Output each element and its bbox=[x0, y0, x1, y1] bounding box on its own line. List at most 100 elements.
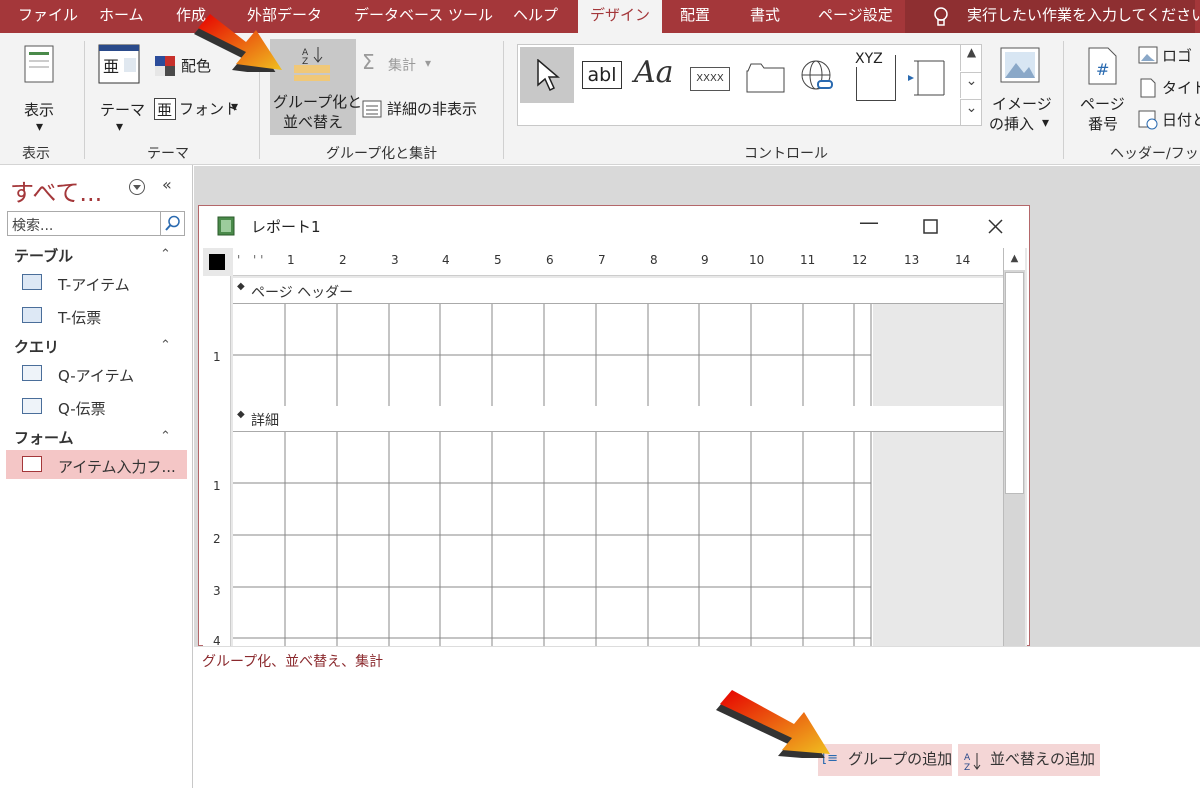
textbox-control[interactable]: abl bbox=[582, 61, 622, 89]
nav-menu-dropdown-icon[interactable] bbox=[128, 178, 146, 196]
fonts-label: フォント bbox=[179, 100, 240, 118]
navigation-pane: すべて... « 検索... テーブル ⌃ T-アイテム T-伝票 クエリ ⌃ … bbox=[0, 165, 193, 788]
tell-me-box[interactable]: 実行したい作業を入力してください bbox=[905, 0, 1200, 33]
scrollbar-thumb[interactable] bbox=[1005, 272, 1024, 494]
theme-button[interactable]: 亜 テーマ ▾ bbox=[92, 41, 148, 136]
add-sort-label: 並べ替えの追加 bbox=[990, 750, 1096, 768]
detail-label: 詳細 bbox=[251, 413, 279, 429]
view-button[interactable]: 表示 ▾ bbox=[8, 41, 70, 136]
page-number-icon: # bbox=[1088, 47, 1117, 85]
group-label-controls: コントロール bbox=[744, 146, 828, 162]
fonts-button[interactable]: 亜 フォント ▾ bbox=[153, 97, 245, 121]
tell-me-text: 実行したい作業を入力してください bbox=[967, 6, 1200, 24]
vertical-ruler: 1 1 2 3 4 bbox=[203, 276, 231, 646]
ruler-mark: 14 bbox=[955, 253, 971, 267]
minimize-button[interactable]: — bbox=[859, 210, 879, 234]
tab-arrange[interactable]: 配置 bbox=[680, 0, 710, 33]
hide-details-icon bbox=[362, 100, 382, 118]
nav-section-queries[interactable]: クエリ bbox=[14, 336, 59, 357]
page-number-button[interactable]: # ページ 番号 bbox=[1074, 43, 1132, 139]
title-label: タイト bbox=[1162, 79, 1200, 97]
nav-item-t-slip[interactable]: T-伝票 bbox=[58, 307, 101, 328]
ribbon: 表示 ▾ 表示 亜 テーマ ▾ 配色 亜 フォント ▾ テーマ AZ グループ化… bbox=[0, 33, 1200, 165]
title-icon bbox=[1140, 78, 1156, 98]
add-group-button[interactable]: [≡ グループの追加 bbox=[818, 744, 952, 776]
vruler-mark: 1 bbox=[213, 479, 221, 493]
sigma-icon: Σ bbox=[362, 50, 375, 74]
gallery-scroll-down[interactable]: ⌄ bbox=[960, 72, 982, 98]
svg-text:Z: Z bbox=[302, 57, 308, 67]
svg-text:亜: 亜 bbox=[103, 57, 119, 76]
ruler-mark: 10 bbox=[749, 253, 765, 267]
page-number-label-1: ページ bbox=[1080, 95, 1125, 113]
insert-image-label-1: イメージ bbox=[992, 95, 1052, 113]
section-collapse-icon[interactable]: ⌃ bbox=[160, 247, 171, 262]
nav-item-q-slip[interactable]: Q-伝票 bbox=[58, 398, 106, 419]
pointer-icon bbox=[537, 59, 560, 92]
label-control[interactable]: Aa bbox=[634, 55, 674, 90]
nav-item-t-item[interactable]: T-アイテム bbox=[58, 274, 130, 295]
close-button[interactable] bbox=[988, 219, 1003, 234]
nav-item-item-form[interactable]: アイテム入力フ... bbox=[58, 456, 176, 477]
gallery-scroll-up[interactable]: ▲ bbox=[960, 45, 982, 71]
maximize-button[interactable] bbox=[923, 219, 938, 234]
divider bbox=[84, 41, 85, 159]
fonts-icon: 亜 bbox=[154, 98, 176, 120]
button-control[interactable]: XXXX bbox=[690, 67, 730, 91]
select-control[interactable] bbox=[520, 47, 574, 103]
svg-text:亜: 亜 bbox=[157, 101, 172, 119]
nav-collapse-icon[interactable]: « bbox=[162, 175, 172, 194]
tab-design[interactable]: デザイン bbox=[578, 0, 662, 33]
hide-details-label: 詳細の非表示 bbox=[387, 100, 478, 118]
select-report-button[interactable] bbox=[209, 254, 225, 270]
hyperlink-icon[interactable] bbox=[800, 59, 838, 97]
section-collapse-icon[interactable]: ⌃ bbox=[160, 429, 171, 444]
view-dropdown-icon: ▾ bbox=[36, 119, 44, 135]
arrow-annotation-icon bbox=[194, 14, 282, 72]
svg-text:A: A bbox=[964, 753, 971, 763]
add-sort-button[interactable]: AZ 並べ替えの追加 bbox=[958, 744, 1100, 776]
nav-item-q-item[interactable]: Q-アイテム bbox=[58, 365, 134, 386]
logo-button[interactable]: ロゴ bbox=[1138, 45, 1200, 67]
tab-home[interactable]: ホーム bbox=[99, 0, 144, 33]
nav-title[interactable]: すべて... bbox=[10, 173, 102, 208]
insert-image-dropdown-icon: ▾ bbox=[1042, 115, 1050, 131]
detail-section-bar[interactable]: ◆ 詳細 bbox=[233, 406, 1003, 432]
report-title: レポート1 bbox=[251, 218, 321, 236]
tab-database-tools[interactable]: データベース ツール bbox=[354, 0, 493, 33]
nav-section-forms[interactable]: フォーム bbox=[14, 427, 74, 448]
nav-search-input[interactable]: 検索... bbox=[7, 211, 185, 236]
vertical-scrollbar[interactable]: ▲ bbox=[1003, 248, 1025, 646]
tab-page-setup[interactable]: ページ設定 bbox=[818, 0, 893, 33]
nav-section-tables[interactable]: テーブル bbox=[14, 245, 73, 266]
tab-help[interactable]: ヘルプ bbox=[513, 0, 558, 33]
vruler-mark: 1 bbox=[213, 350, 221, 364]
theme-icon: 亜 bbox=[98, 44, 140, 84]
insert-image-button[interactable]: イメージ の挿入 ▾ bbox=[986, 43, 1056, 139]
totals-label: 集計 bbox=[388, 58, 416, 74]
lightbulb-icon bbox=[934, 7, 948, 26]
view-label: 表示 bbox=[24, 101, 55, 119]
group-sort-total-label: グループ化、並べ替え、集計 bbox=[202, 654, 384, 670]
tab-format[interactable]: 書式 bbox=[750, 0, 780, 33]
chart-control[interactable]: XYZ bbox=[855, 51, 896, 101]
totals-button: Σ 集計 ▾ bbox=[362, 50, 442, 77]
logo-label: ロゴ bbox=[1162, 47, 1193, 65]
line-control-icon[interactable] bbox=[908, 59, 948, 97]
page-header-section-bar[interactable]: ◆ ページ ヘッダー bbox=[233, 278, 1003, 304]
ribbon-tab-bar: ファイル ホーム 作成 外部データ データベース ツール ヘルプ デザイン 配置… bbox=[0, 0, 1200, 33]
group-label-grouping: グループ化と集計 bbox=[326, 146, 438, 162]
page-header-grid[interactable] bbox=[233, 304, 873, 406]
tab-file[interactable]: ファイル bbox=[18, 0, 78, 33]
detail-grid[interactable] bbox=[233, 432, 873, 646]
ruler-mark: 1 bbox=[287, 253, 295, 267]
tab-control-icon[interactable] bbox=[746, 63, 786, 93]
title-button[interactable]: タイト bbox=[1138, 77, 1200, 99]
gallery-more[interactable]: ⌄ bbox=[960, 99, 982, 125]
date-time-button[interactable]: 日付と bbox=[1138, 109, 1200, 131]
image-icon bbox=[1000, 47, 1040, 83]
section-collapse-icon[interactable]: ⌃ bbox=[160, 338, 171, 353]
search-button[interactable] bbox=[160, 212, 184, 235]
hide-details-button[interactable]: 詳細の非表示 bbox=[362, 97, 492, 121]
scroll-up-button[interactable]: ▲ bbox=[1004, 248, 1025, 270]
